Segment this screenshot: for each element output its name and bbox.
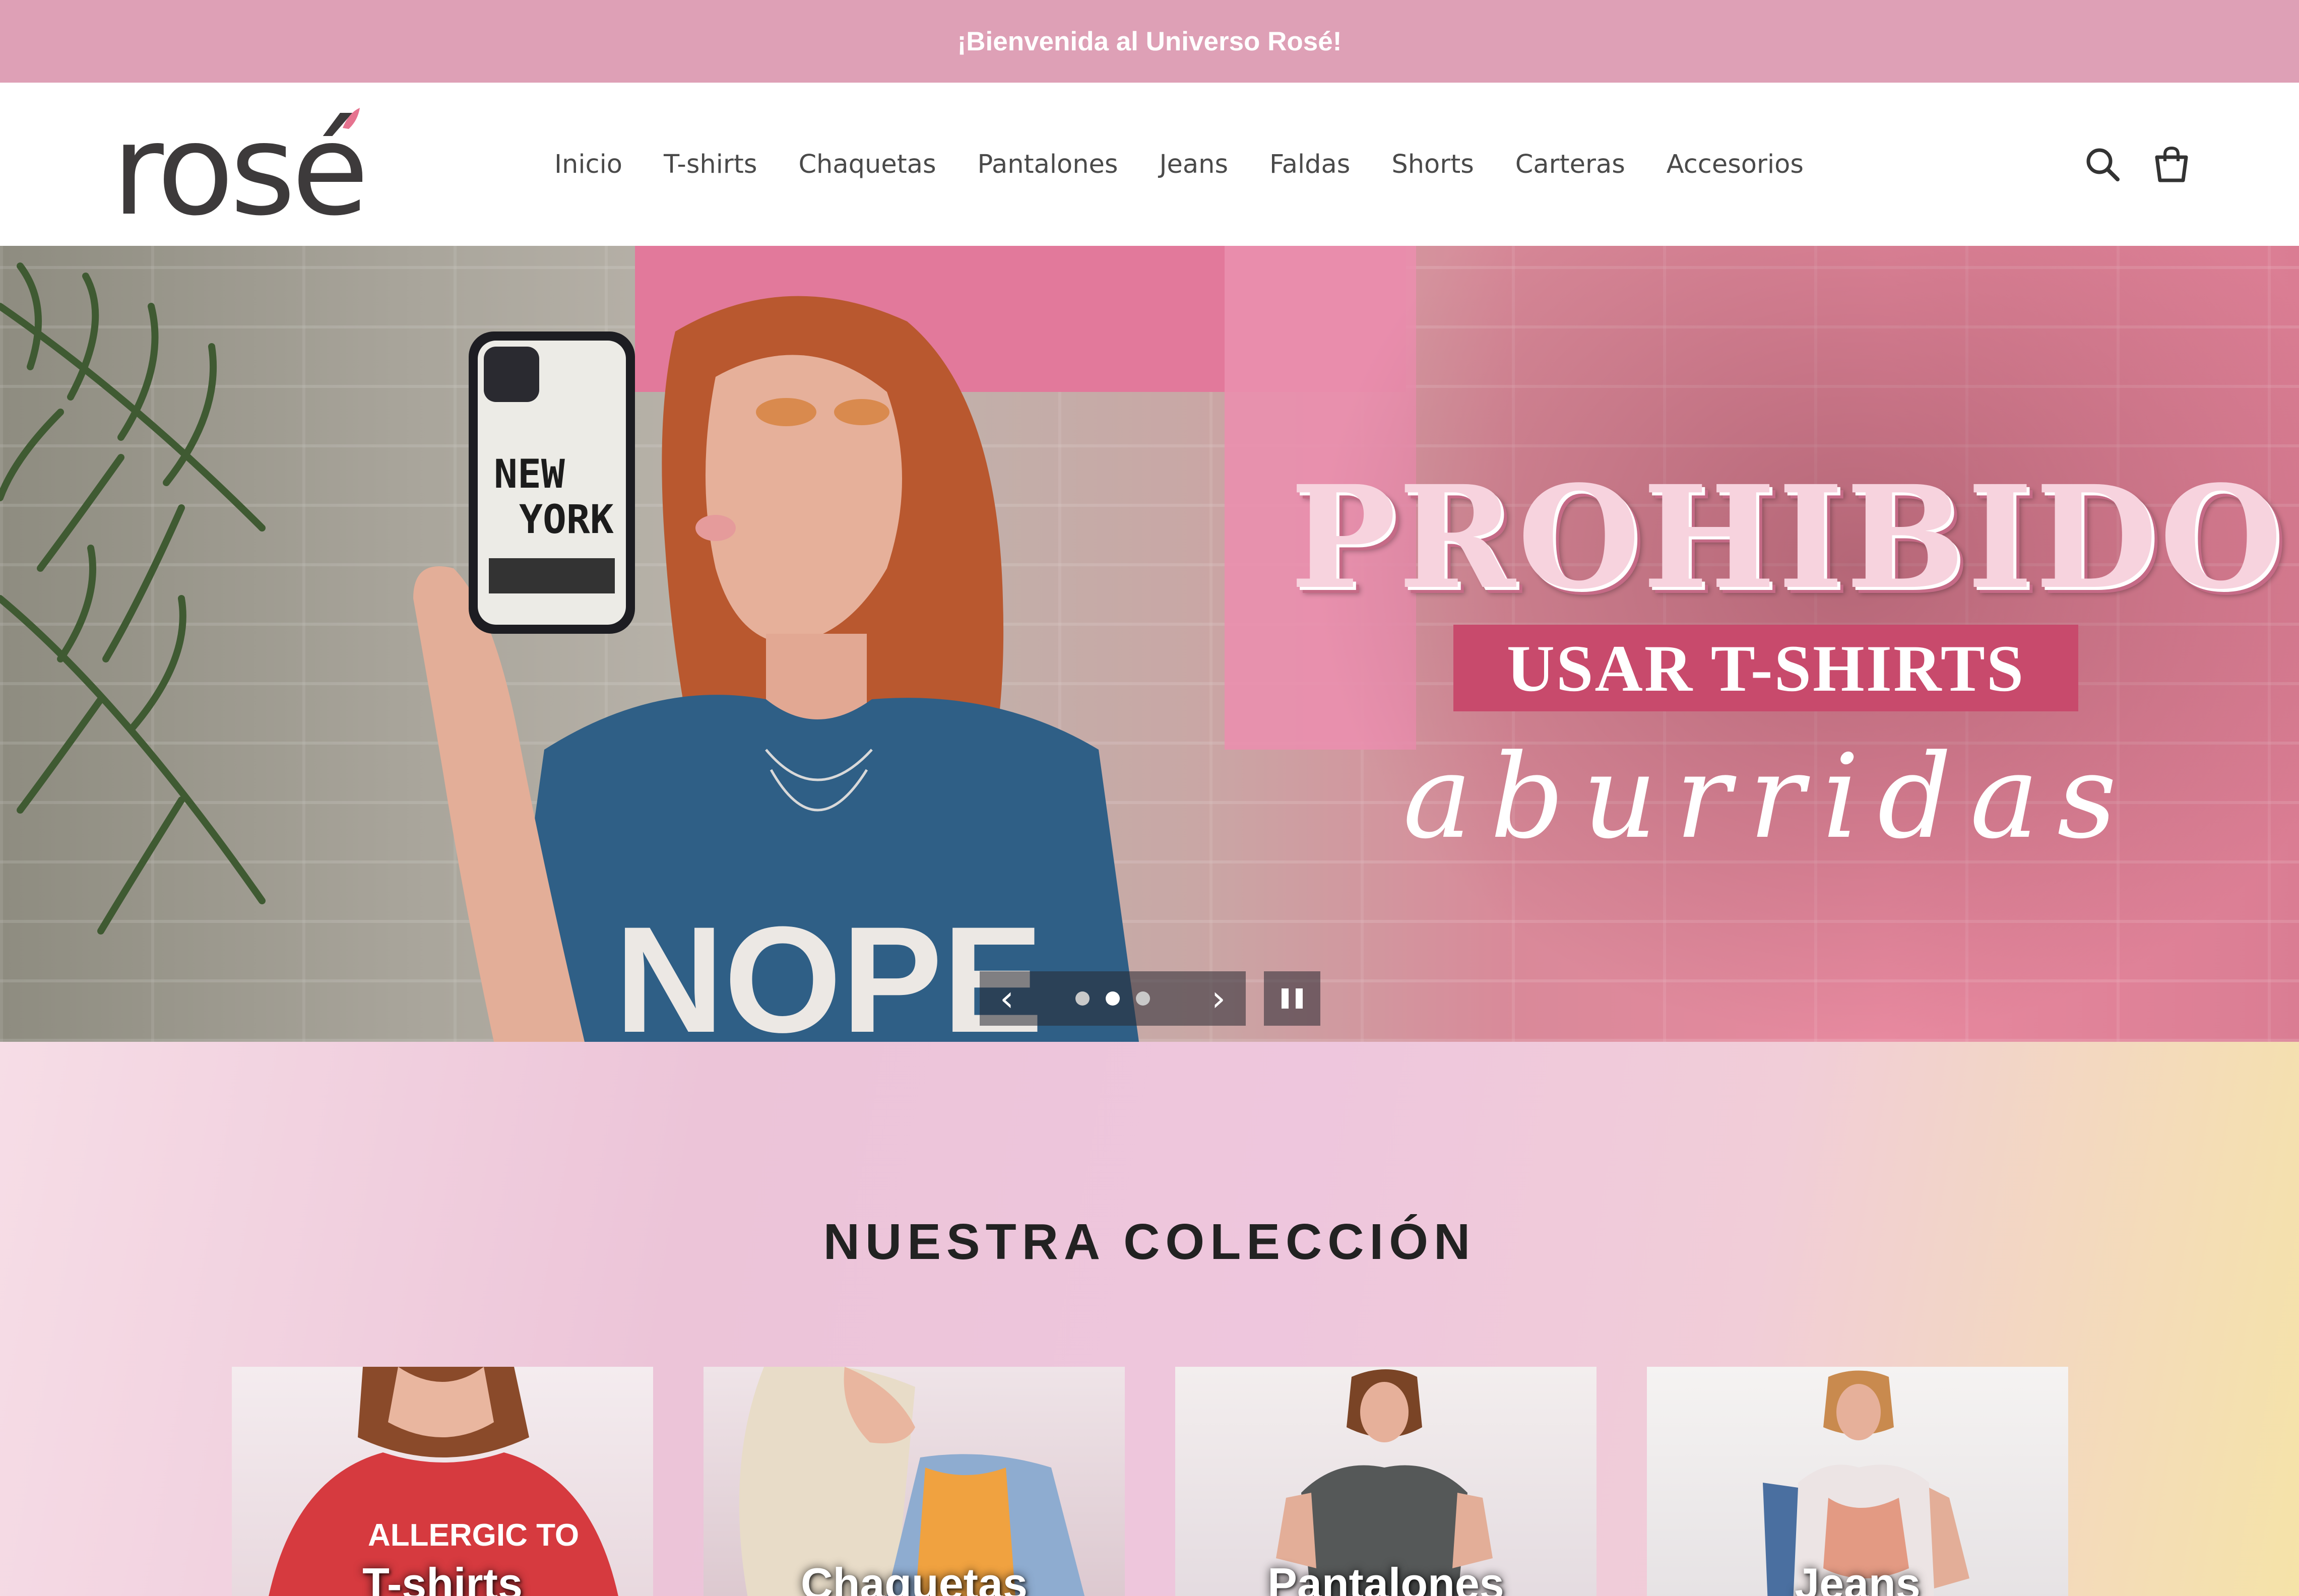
nav-item-accesorios[interactable]: Accesorios: [1667, 150, 1804, 179]
collection-card-chaquetas[interactable]: Chaquetas: [704, 1367, 1125, 1596]
collection-section: NUESTRA COLECCIÓN ALLERGIC TO T-shirts C…: [0, 1042, 2299, 1596]
palm-leaves-image: [0, 262, 266, 935]
search-icon[interactable]: [2081, 143, 2125, 186]
slideshow-next-arrow-icon[interactable]: ›: [1211, 978, 1226, 1019]
nav-item-t-shirts[interactable]: T-shirts: [664, 150, 757, 179]
collection-card-label: T-shirts: [362, 1559, 523, 1596]
site-header: rosé Inicio T-shirts Chaquetas Pantalone…: [0, 83, 2299, 246]
slideshow-prev-arrow-icon[interactable]: ‹: [1000, 978, 1014, 1019]
nav-item-inicio[interactable]: Inicio: [554, 150, 622, 179]
collection-card-pantalones[interactable]: Pantalones: [1175, 1367, 1596, 1596]
nav-item-pantalones[interactable]: Pantalones: [978, 150, 1118, 179]
collection-card-label: Chaquetas: [801, 1559, 1028, 1596]
phone-case-text-1: NEW: [494, 452, 565, 497]
brand-logo[interactable]: rosé: [112, 98, 424, 234]
announcement-bar: ¡Bienvenida al Universo Rosé!: [0, 0, 2299, 83]
slideshow-pause-icon[interactable]: [1264, 971, 1320, 1026]
slideshow-dot-2[interactable]: [1106, 991, 1120, 1006]
hero-headline: PROHIBIDO: [1290, 455, 2285, 621]
hero-slideshow: NOPE NEW YORK PROHIBIDO USAR T-SHIRTS ab…: [0, 246, 2299, 1042]
collection-title: NUESTRA COLECCIÓN: [823, 1214, 1476, 1270]
shirt-print-text: NOPE: [615, 895, 1043, 1042]
collection-card-label: Pantalones: [1267, 1559, 1504, 1596]
collection-card-label: Jeans: [1795, 1559, 1921, 1596]
hero-model-image: NOPE NEW YORK: [413, 296, 1139, 1042]
slideshow-controls: ‹ ›: [980, 971, 1246, 1026]
main-nav: Inicio T-shirts Chaquetas Pantalones Jea…: [554, 83, 1845, 246]
nav-item-carteras[interactable]: Carteras: [1515, 150, 1625, 179]
hero-subheadline-box: USAR T-SHIRTS: [1453, 625, 2078, 711]
nav-item-faldas[interactable]: Faldas: [1269, 150, 1350, 179]
cart-icon[interactable]: [2150, 143, 2193, 186]
hero-script-text: aburridas: [1402, 730, 2135, 864]
slideshow-dot-1[interactable]: [1075, 991, 1090, 1006]
announcement-text: ¡Bienvenida al Universo Rosé!: [957, 26, 1342, 56]
phone-case-text-2: YORK: [519, 497, 614, 543]
collection-card-t-shirts[interactable]: ALLERGIC TO T-shirts: [232, 1367, 653, 1596]
nav-item-shorts[interactable]: Shorts: [1391, 150, 1474, 179]
card-shirt-print: ALLERGIC TO: [368, 1518, 579, 1553]
hero-subheadline: USAR T-SHIRTS: [1506, 631, 2025, 705]
logo-wordmark: rosé: [112, 98, 365, 234]
nav-item-jeans[interactable]: Jeans: [1159, 150, 1228, 179]
slideshow-dot-3[interactable]: [1136, 991, 1150, 1006]
collection-card-jeans[interactable]: Jeans: [1647, 1367, 2068, 1596]
nav-item-chaquetas[interactable]: Chaquetas: [798, 150, 936, 179]
slideshow-dots: [1075, 991, 1150, 1006]
